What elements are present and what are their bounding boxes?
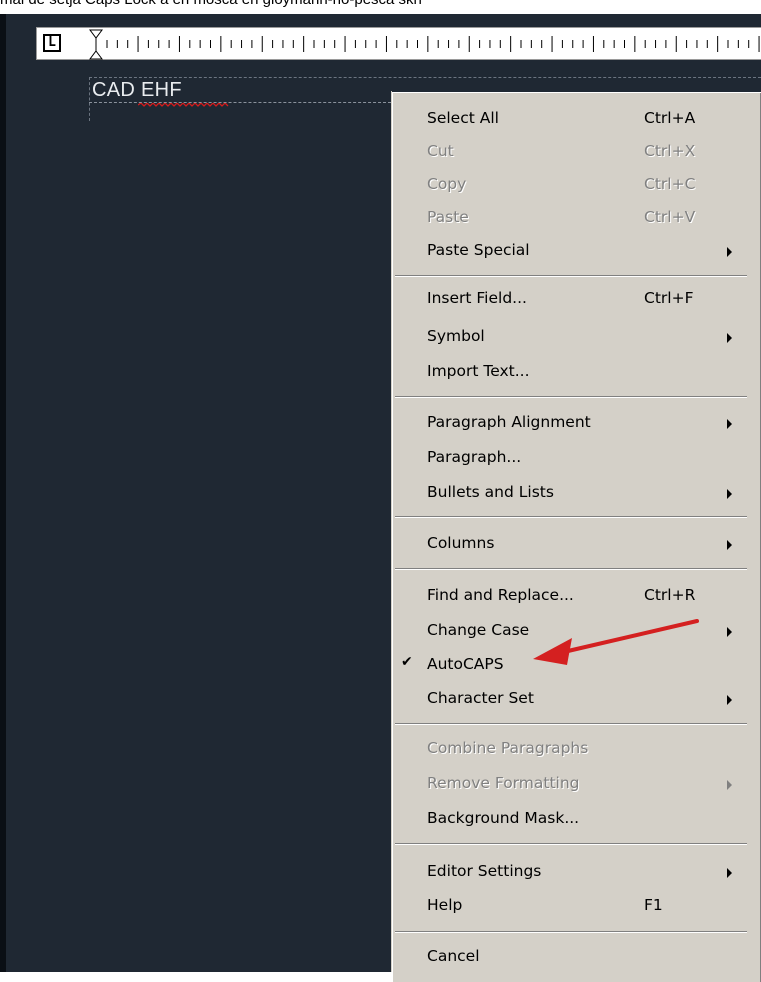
submenu-arrow-icon	[727, 419, 732, 429]
spelling-error-underline	[138, 103, 229, 107]
submenu-arrow-icon	[727, 489, 732, 499]
menu-separator	[395, 396, 747, 398]
menu-item-cancel[interactable]: Cancel	[393, 941, 751, 974]
menu-separator	[395, 931, 747, 933]
mtext-content[interactable]: CAD EHF	[92, 78, 182, 102]
menu-item-find-and-replace[interactable]: Find and Replace... Ctrl+R	[393, 580, 751, 613]
menu-separator	[395, 275, 747, 277]
submenu-arrow-icon	[727, 868, 732, 878]
menu-item-paragraph-alignment[interactable]: Paragraph Alignment	[393, 407, 751, 440]
checkmark-icon: ✔	[401, 654, 413, 670]
tab-stop-type-button[interactable]: L	[43, 34, 61, 52]
submenu-arrow-icon	[727, 627, 732, 637]
menu-item-columns[interactable]: Columns	[393, 528, 751, 561]
text-editor-ruler[interactable]: L	[36, 27, 761, 60]
mtext-underline	[89, 102, 391, 103]
menu-item-paragraph[interactable]: Paragraph...	[393, 442, 751, 475]
menu-item-symbol[interactable]: Symbol	[393, 321, 751, 354]
menu-item-change-case[interactable]: Change Case	[393, 615, 751, 648]
menu-separator	[395, 723, 747, 725]
menu-item-paste[interactable]: Paste Ctrl+V	[393, 202, 751, 235]
menu-item-import-text[interactable]: Import Text...	[393, 356, 751, 389]
page-caption: mai de setja Caps Lock a en mosca en glo…	[0, 0, 761, 9]
menu-item-combine-paragraphs[interactable]: Combine Paragraphs	[393, 733, 751, 766]
submenu-arrow-icon	[727, 247, 732, 257]
menu-separator	[395, 568, 747, 570]
menu-item-cut[interactable]: Cut Ctrl+X	[393, 136, 751, 169]
menu-item-paste-special[interactable]: Paste Special	[393, 235, 751, 268]
submenu-arrow-icon	[727, 540, 732, 550]
submenu-arrow-icon	[727, 333, 732, 343]
menu-item-editor-settings[interactable]: Editor Settings	[393, 856, 751, 889]
menu-item-select-all[interactable]: Select All Ctrl+A	[393, 103, 751, 136]
indent-marker-icon[interactable]	[89, 29, 103, 60]
ruler-ticks	[106, 36, 760, 52]
drawing-area-edge	[0, 14, 6, 972]
menu-item-bullets-and-lists[interactable]: Bullets and Lists	[393, 477, 751, 510]
menu-item-copy[interactable]: Copy Ctrl+C	[393, 169, 751, 202]
submenu-arrow-icon	[727, 695, 732, 705]
menu-separator	[395, 516, 747, 518]
menu-separator	[395, 843, 747, 845]
menu-item-background-mask[interactable]: Background Mask...	[393, 803, 751, 836]
menu-item-help[interactable]: Help F1	[393, 890, 751, 923]
menu-item-remove-formatting[interactable]: Remove Formatting	[393, 768, 751, 801]
menu-item-autocaps[interactable]: ✔ AutoCAPS	[393, 649, 751, 682]
menu-item-insert-field[interactable]: Insert Field... Ctrl+F	[393, 283, 751, 316]
submenu-arrow-icon	[727, 780, 732, 790]
context-menu: Select All Ctrl+A Cut Ctrl+X Copy Ctrl+C…	[392, 92, 761, 982]
menu-item-character-set[interactable]: Character Set	[393, 683, 751, 716]
